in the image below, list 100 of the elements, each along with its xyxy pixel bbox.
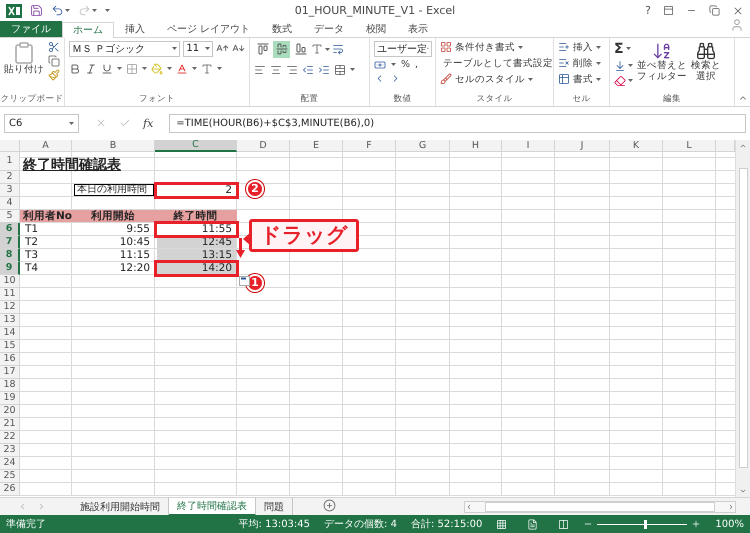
zoom-thumb[interactable] [644, 520, 648, 529]
eraser-icon[interactable] [614, 74, 626, 87]
find-select-button[interactable]: 検索と 選択 [691, 40, 721, 93]
column-header[interactable]: I [502, 140, 555, 152]
row-header[interactable]: 16 [0, 352, 20, 366]
wrap-text-icon[interactable] [332, 43, 344, 56]
row-header[interactable]: 20 [0, 404, 20, 418]
scrollbar-thumb[interactable] [738, 168, 748, 468]
delete-rows-icon[interactable] [558, 57, 570, 70]
style-menu-button[interactable]: 条件付き書式 [455, 40, 515, 54]
ribbon-display-icon[interactable] [663, 5, 674, 16]
row-header[interactable]: 22 [0, 430, 20, 444]
autosum-button[interactable]: Σ [614, 40, 624, 57]
italic-icon[interactable] [85, 62, 97, 75]
zoom-in-icon[interactable] [691, 519, 702, 530]
page-layout-icon[interactable] [527, 518, 538, 530]
ribbon-tab[interactable]: ホーム [62, 22, 114, 38]
row-header[interactable]: 23 [0, 444, 20, 457]
column-header[interactable]: B [72, 140, 155, 152]
binoculars-icon[interactable] [696, 40, 716, 61]
cells-menu-button[interactable]: 挿入 [573, 40, 593, 54]
row-header[interactable]: 7 [0, 236, 20, 249]
name-box[interactable]: C6 [4, 114, 79, 133]
merge-icon[interactable] [334, 64, 346, 76]
column-header[interactable]: G [396, 140, 450, 152]
row-header[interactable]: 6 [0, 222, 20, 236]
row-header[interactable]: 19 [0, 392, 20, 405]
vertical-align-button[interactable] [273, 40, 290, 58]
cells-menu-button[interactable]: 書式 [573, 72, 593, 86]
row-header[interactable]: 12 [0, 300, 20, 314]
row-header[interactable]: 3 [0, 184, 20, 197]
row-header[interactable]: 14 [0, 326, 20, 340]
row-header[interactable]: 2 [0, 170, 20, 184]
row-header[interactable]: 5 [0, 210, 20, 223]
column-header[interactable]: C [155, 140, 237, 152]
border-icon[interactable] [126, 62, 138, 75]
scrollbar-thumb[interactable] [485, 502, 715, 512]
row-header[interactable]: 8 [0, 248, 20, 262]
number-format-select[interactable]: ユーザー定 [374, 40, 432, 57]
row-header[interactable]: 24 [0, 456, 20, 470]
conditional-format-icon[interactable] [440, 41, 452, 54]
underline-icon[interactable] [101, 62, 113, 75]
row-header[interactable]: 9 [0, 262, 20, 275]
font-size-select[interactable]: 11 [183, 40, 214, 57]
column-header[interactable]: K [610, 140, 663, 152]
ribbon-tab[interactable]: ファイル [0, 20, 62, 37]
bold-icon[interactable] [69, 62, 81, 75]
align-center-icon[interactable] [270, 64, 282, 76]
row-header[interactable]: 17 [0, 366, 20, 379]
column-header[interactable]: E [290, 140, 343, 152]
sort-icon[interactable] [652, 40, 672, 61]
align-right-icon[interactable] [286, 64, 298, 76]
sheet-tab[interactable]: 終了時間確認表 [169, 498, 256, 516]
row-header[interactable]: 1 [0, 152, 20, 171]
formula-field[interactable]: =TIME(HOUR(B6)+$C$3,MINUTE(B6),0) [169, 114, 746, 133]
percent-button[interactable]: % [401, 59, 410, 70]
style-menu-button[interactable]: セルのスタイル [455, 72, 525, 86]
indent-decrease-icon[interactable] [302, 64, 314, 76]
font-color-icon[interactable] [176, 62, 188, 75]
column-header[interactable]: H [450, 140, 502, 152]
cut-icon[interactable] [48, 40, 60, 53]
format-painter-icon[interactable] [48, 68, 60, 81]
style-menu-button[interactable]: テーブルとして書式設定 [443, 56, 553, 70]
save-icon[interactable] [30, 4, 43, 18]
format-table-icon[interactable] [558, 73, 570, 86]
column-header[interactable]: L [663, 140, 716, 152]
paste-button[interactable]: 貼り付け [4, 40, 44, 93]
row-header[interactable]: 18 [0, 378, 20, 392]
insert-function-button[interactable]: fx [143, 116, 154, 130]
copy-icon[interactable] [48, 54, 60, 67]
column-header[interactable]: J [555, 140, 610, 152]
add-sheet-icon[interactable] [323, 499, 336, 512]
row-header[interactable]: 25 [0, 470, 20, 483]
comma-button[interactable]: , [415, 59, 418, 70]
currency-icon[interactable] [374, 58, 386, 71]
page-break-icon[interactable] [558, 518, 570, 530]
row-header[interactable]: 11 [0, 288, 20, 301]
restore-icon[interactable] [709, 5, 720, 16]
zoom-level[interactable]: 100% [715, 518, 744, 530]
close-icon[interactable] [732, 4, 744, 17]
cells-menu-button[interactable]: 削除 [573, 56, 593, 70]
row-header[interactable]: 26 [0, 482, 20, 496]
row-header[interactable]: 13 [0, 314, 20, 327]
column-header[interactable]: A [20, 140, 72, 152]
undo-icon[interactable] [51, 4, 64, 18]
row-header[interactable]: 21 [0, 418, 20, 431]
normal-view-icon[interactable] [496, 518, 508, 530]
insert-rows-icon[interactable] [558, 41, 570, 54]
row-header[interactable]: 4 [0, 196, 20, 210]
row-header[interactable]: 15 [0, 340, 20, 353]
brush-icon[interactable] [440, 73, 452, 86]
help-button[interactable]: ? [645, 4, 651, 18]
scroll-left-icon[interactable] [465, 502, 473, 511]
align-left-icon[interactable] [254, 64, 266, 76]
column-header[interactable]: D [237, 140, 290, 152]
scroll-right-icon[interactable] [727, 502, 735, 511]
font-name-select[interactable]: ＭＳ Ｐゴシック [69, 40, 180, 57]
indent-increase-icon[interactable] [318, 64, 330, 76]
fill-color-icon[interactable] [151, 62, 163, 75]
clipboard-icon[interactable] [12, 40, 36, 65]
